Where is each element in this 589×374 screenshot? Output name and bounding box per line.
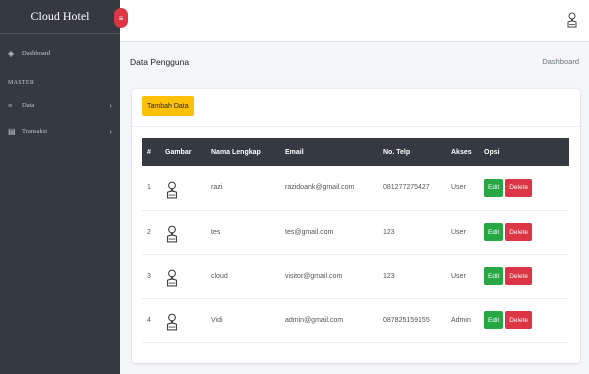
column-header: Nama Lengkap — [211, 148, 261, 156]
sidebar-item-label: Transaksi — [22, 127, 48, 135]
edit-button[interactable]: Edit — [484, 223, 504, 241]
cell-options: Edit Delete — [479, 254, 569, 298]
brand-title[interactable]: Cloud Hotel — [0, 0, 120, 34]
cell-options: Edit Delete — [479, 166, 569, 210]
dashboard-icon: ◈ — [8, 48, 15, 58]
cell-image — [160, 166, 206, 210]
cell-access: User — [451, 184, 466, 192]
cell-name: cloud — [211, 272, 228, 280]
chevron-right-icon: › — [109, 126, 112, 136]
cell-phone: 081277275427 — [383, 184, 430, 192]
add-data-button[interactable]: Tambah Data — [142, 96, 194, 116]
table-row: 4 Vidi admin@gmail.com 087825159155 Admi… — [142, 298, 569, 342]
user-avatar-icon — [166, 225, 178, 243]
cell-access: Admin — [451, 316, 471, 324]
cell-image — [160, 254, 206, 298]
cell-phone: 123 — [383, 228, 395, 236]
sidebar-header-master: MASTER — [8, 80, 35, 86]
user-avatar-icon — [166, 181, 178, 199]
column-header: Opsi — [484, 148, 500, 156]
table-icon: ▤ — [8, 126, 16, 136]
table-row: 1 razi razidoank@gmail.com 081277275427 … — [142, 166, 569, 210]
column-header: Gambar — [165, 148, 192, 156]
sidebar-item-dashboard[interactable]: ◈ Dashboard — [0, 40, 120, 66]
sidebar-toggle-button[interactable]: ≡ — [114, 8, 128, 28]
cell-image — [160, 210, 206, 254]
user-avatar-icon[interactable] — [567, 12, 577, 30]
edit-button[interactable]: Edit — [484, 267, 504, 285]
cell-name: razi — [211, 184, 223, 192]
breadcrumb[interactable]: Dashboard — [542, 57, 579, 66]
cell-name: Vidi — [211, 316, 223, 324]
user-avatar-icon — [166, 269, 178, 287]
delete-button[interactable]: Delete — [505, 178, 532, 197]
table-row: 2 tes tes@gmail.com 123 User Edit Delete — [142, 210, 569, 254]
cell-email: visitor@gmail.com — [285, 272, 343, 280]
delete-button[interactable]: Delete — [505, 267, 532, 285]
table-row: 3 cloud visitor@gmail.com 123 User Edit D… — [142, 254, 569, 298]
sidebar: Cloud Hotel ◈ Dashboard MASTER ≡ Data › … — [0, 0, 120, 374]
cell-number: 3 — [147, 272, 151, 280]
cell-number: 1 — [147, 184, 151, 192]
menu-icon: ≡ — [118, 13, 124, 23]
cell-phone: 087825159155 — [383, 316, 430, 324]
cell-number: 2 — [147, 228, 151, 236]
cell-image — [160, 298, 206, 342]
column-header: No. Telp — [383, 148, 411, 156]
page-title: Data Pengguna — [130, 57, 190, 67]
edit-button[interactable]: Edit — [484, 311, 504, 329]
column-header: Email — [285, 148, 304, 156]
sidebar-item-transaksi[interactable]: ▤ Transaksi › — [0, 118, 120, 144]
table-header-row: # Gambar Nama Lengkap Email No. Telp Aks… — [142, 138, 569, 166]
card-header: Tambah Data — [132, 89, 580, 127]
users-table: # Gambar Nama Lengkap Email No. Telp Aks… — [142, 138, 569, 343]
delete-button[interactable]: Delete — [505, 223, 532, 241]
delete-button[interactable]: Delete — [505, 311, 532, 329]
sidebar-item-data[interactable]: ≡ Data › — [0, 92, 120, 118]
top-navbar — [120, 0, 589, 42]
cell-access: User — [451, 228, 466, 236]
column-header: Akses — [451, 148, 472, 156]
user-avatar-icon — [166, 313, 178, 331]
cell-email: tes@gmail.com — [285, 228, 334, 236]
cell-number: 4 — [147, 316, 151, 324]
cell-access: User — [451, 272, 466, 280]
cell-phone: 123 — [383, 272, 395, 280]
content-header: Data Pengguna Dashboard — [120, 42, 589, 82]
users-card: Tambah Data # Gambar Nama Lengkap Email … — [132, 89, 580, 363]
cell-email: razidoank@gmail.com — [285, 184, 355, 192]
cell-options: Edit Delete — [479, 298, 569, 342]
cell-email: admin@gmail.com — [285, 316, 344, 324]
column-header: # — [147, 148, 151, 156]
sidebar-item-label: Dashboard — [22, 49, 51, 57]
list-icon: ≡ — [8, 100, 13, 110]
cell-name: tes — [211, 228, 221, 236]
sidebar-item-label: Data — [22, 101, 35, 109]
edit-button[interactable]: Edit — [484, 178, 504, 197]
chevron-right-icon: › — [109, 100, 112, 110]
cell-options: Edit Delete — [479, 210, 569, 254]
